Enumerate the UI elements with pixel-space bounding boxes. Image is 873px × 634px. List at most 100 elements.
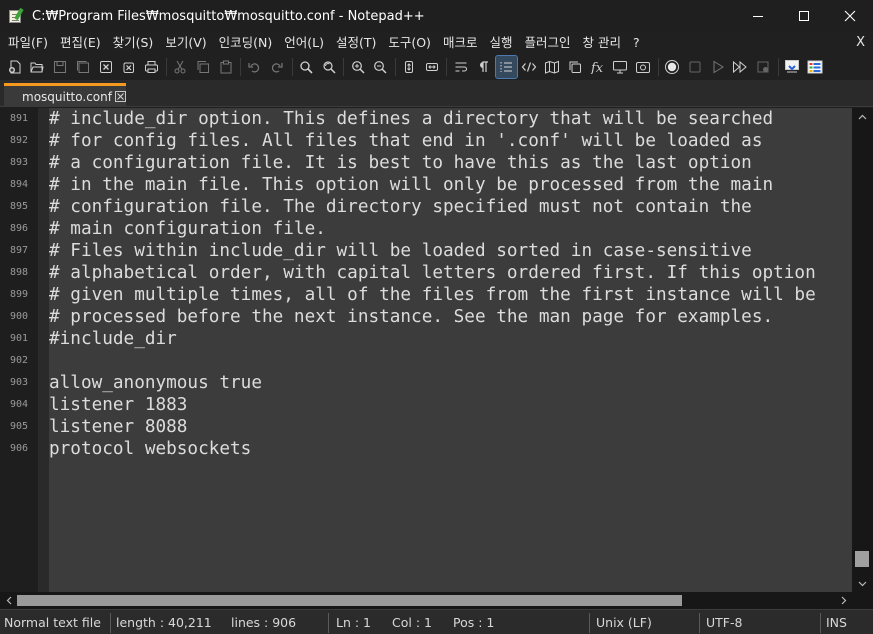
menu-file[interactable]: 파일(F) (0, 32, 54, 54)
close-button[interactable] (827, 0, 873, 32)
color-panel-icon (807, 60, 823, 74)
menu-tools[interactable]: 도구(O) (382, 32, 437, 54)
menu-view[interactable]: 보기(V) (159, 32, 212, 54)
play-macro-icon (713, 60, 724, 74)
save-macro-icon (757, 61, 769, 73)
status-length: length : 40,211 (116, 615, 212, 630)
status-separator (699, 613, 700, 633)
zoom-in-button[interactable] (347, 56, 368, 78)
line-number: 903 (10, 377, 29, 388)
sync-vertical-button[interactable] (399, 56, 420, 78)
line-number: 895 (10, 201, 29, 212)
panel-button[interactable] (782, 56, 803, 78)
replace-button[interactable] (318, 56, 339, 78)
document-list-button[interactable] (564, 56, 585, 78)
line-number: 906 (10, 443, 29, 454)
function-list-button[interactable]: fx (587, 56, 608, 78)
menu-settings[interactable]: 설정(T) (330, 32, 382, 54)
horizontal-scrollbar[interactable] (0, 592, 852, 609)
save-button[interactable] (50, 56, 71, 78)
cut-button[interactable] (170, 56, 191, 78)
redo-button[interactable] (267, 56, 288, 78)
code-line: # a configuration file. It is best to ha… (49, 153, 752, 173)
tab-mosquitto-conf[interactable]: mosquitto.conf (4, 83, 126, 107)
color-panel-button[interactable] (804, 56, 825, 78)
line-number: 898 (10, 267, 29, 278)
record-macro-button[interactable] (662, 56, 683, 78)
toolbar: fx (0, 54, 873, 80)
scroll-right-button[interactable] (835, 592, 852, 609)
toolbar-separator (446, 58, 448, 76)
close-all-icon (123, 62, 135, 73)
new-file-button[interactable] (4, 56, 25, 78)
indent-guide-button[interactable] (494, 55, 518, 79)
stop-recording-button[interactable] (684, 56, 705, 78)
indent-guide-icon (500, 62, 513, 72)
maximize-button[interactable] (781, 0, 827, 32)
save-all-button[interactable] (72, 56, 93, 78)
word-wrap-button[interactable] (450, 56, 471, 78)
tab-label: mosquitto.conf (22, 89, 112, 104)
run-macro-multiple-button[interactable] (730, 56, 751, 78)
undo-button[interactable] (244, 56, 265, 78)
chevron-left-icon (6, 596, 11, 605)
toolbar-separator (343, 58, 345, 76)
show-all-characters-button[interactable] (473, 56, 494, 78)
menu-window[interactable]: 창 관리 (576, 32, 626, 54)
menu-search[interactable]: 찾기(S) (107, 32, 160, 54)
new-file-icon (8, 60, 20, 74)
print-icon (144, 61, 158, 73)
undo-icon (248, 63, 260, 73)
code-area[interactable]: # include_dir option. This defines a dir… (49, 108, 852, 592)
menu-edit[interactable]: 편집(E) (54, 32, 107, 54)
paste-button[interactable] (215, 56, 236, 78)
line-number: 904 (10, 399, 29, 410)
play-macro-button[interactable] (707, 56, 728, 78)
xml-tag-button[interactable] (519, 56, 540, 78)
zoom-out-button[interactable] (370, 56, 391, 78)
scroll-down-button[interactable] (852, 575, 873, 592)
find-icon (300, 61, 313, 74)
tab-close-button[interactable] (114, 91, 126, 102)
menu-language[interactable]: 언어(L) (278, 32, 330, 54)
folder-workspace-button[interactable] (633, 56, 654, 78)
document-map-button[interactable] (542, 56, 563, 78)
tab-close-icon (117, 93, 124, 100)
vertical-scrollbar[interactable] (852, 108, 873, 592)
close-all-button[interactable] (118, 56, 139, 78)
scroll-up-button[interactable] (852, 108, 873, 125)
status-encoding[interactable]: UTF-8 (706, 610, 742, 634)
show-all-characters-icon (479, 61, 488, 72)
close-document-button[interactable]: X (856, 32, 865, 54)
menu-help[interactable]: ? (627, 32, 646, 54)
status-column: Col : 1 (392, 615, 432, 630)
code-line: listener 8088 (49, 417, 188, 437)
editor[interactable]: 891 892 893 894 895 896 897 898 899 900 … (0, 108, 873, 592)
line-number: 894 (10, 179, 29, 190)
status-eol[interactable]: Unix (LF) (596, 610, 652, 634)
scroll-left-button[interactable] (0, 592, 17, 609)
copy-button[interactable] (192, 56, 213, 78)
menu-run[interactable]: 실행 (483, 32, 518, 54)
sync-horizontal-button[interactable] (422, 56, 443, 78)
line-number: 901 (10, 333, 29, 344)
minimize-button[interactable] (735, 0, 781, 32)
sync-horizontal-icon (426, 63, 439, 71)
document-map-icon (545, 60, 560, 74)
menu-macro[interactable]: 매크로 (437, 32, 484, 54)
open-file-button[interactable] (27, 56, 48, 78)
status-insert-mode[interactable]: INS (826, 610, 847, 634)
horizontal-scroll-thumb[interactable] (17, 595, 682, 606)
code-line: # include_dir option. This defines a dir… (49, 109, 774, 129)
vertical-scroll-thumb[interactable] (855, 551, 869, 567)
code-line: # in the main file. This option will onl… (49, 175, 774, 195)
menu-plugins[interactable]: 플러그인 (518, 32, 576, 54)
print-button[interactable] (141, 56, 162, 78)
toolbar-separator (394, 58, 396, 76)
fold-margin[interactable] (38, 108, 49, 592)
save-macro-button[interactable] (753, 56, 774, 78)
find-button[interactable] (296, 56, 317, 78)
monitoring-button[interactable] (610, 56, 631, 78)
menu-encoding[interactable]: 인코딩(N) (213, 32, 279, 54)
close-file-button[interactable] (95, 56, 116, 78)
